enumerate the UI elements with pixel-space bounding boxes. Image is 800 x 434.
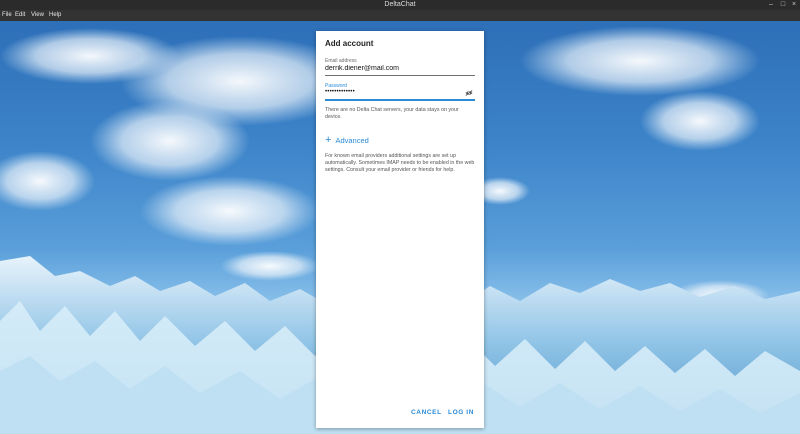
advanced-toggle[interactable]: + Advanced <box>325 134 369 146</box>
email-field[interactable] <box>325 65 475 72</box>
no-servers-info: There are no Delta Chat servers, your da… <box>325 107 459 120</box>
add-account-dialog: Add account Email address Password •••••… <box>316 31 484 428</box>
menu-help[interactable]: Help <box>49 10 61 21</box>
provider-help-text: For known email providers additional set… <box>325 153 475 173</box>
menu-view[interactable]: View <box>31 10 44 21</box>
show-password-icon[interactable] <box>465 90 473 96</box>
minimize-icon[interactable]: – <box>766 1 776 9</box>
maximize-icon[interactable]: □ <box>778 1 788 9</box>
menu-bar: File Edit View Help <box>0 10 800 21</box>
cancel-button[interactable]: CANCEL <box>411 409 442 416</box>
login-button[interactable]: LOG IN <box>448 409 474 416</box>
email-label: Email address <box>325 58 357 64</box>
window-titlebar: DeltaChat – □ × <box>0 0 800 10</box>
window-title: DeltaChat <box>384 1 416 8</box>
password-field[interactable]: ••••••••••••• <box>325 89 475 95</box>
email-underline <box>325 75 475 76</box>
menu-file[interactable]: File <box>2 10 12 21</box>
dialog-title: Add account <box>325 39 374 48</box>
plus-icon: + <box>325 134 332 146</box>
menu-edit[interactable]: Edit <box>15 10 25 21</box>
advanced-label: Advanced <box>335 135 369 145</box>
password-underline <box>325 99 475 101</box>
close-icon[interactable]: × <box>789 1 799 9</box>
